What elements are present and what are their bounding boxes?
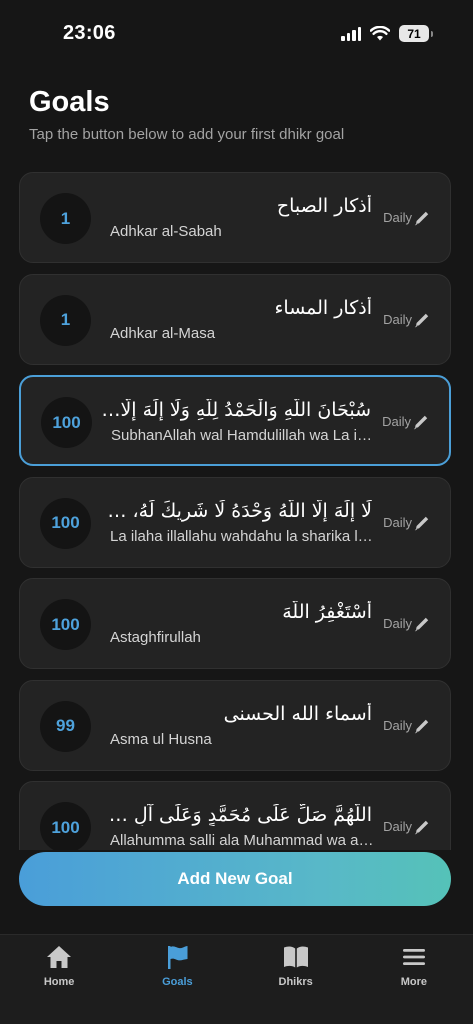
goal-target-count: 100 bbox=[40, 599, 91, 650]
pencil-icon[interactable] bbox=[413, 818, 431, 836]
pencil-icon[interactable] bbox=[413, 311, 431, 329]
battery-level: 71 bbox=[407, 26, 421, 41]
goal-transliteration: Adhkar al-Sabah bbox=[110, 223, 222, 240]
book-icon bbox=[282, 944, 310, 970]
goal-target-count: 1 bbox=[40, 193, 91, 244]
goal-card[interactable]: 99 أسماء الله الحسنى Asma ul Husna Daily bbox=[19, 679, 451, 771]
goal-transliteration: Allahumma salli ala Muhammad wa ala ali … bbox=[110, 832, 374, 849]
tab-bar: Home Goals Dhikrs More bbox=[0, 934, 473, 1024]
page-subtitle: Tap the button below to add your first d… bbox=[29, 126, 345, 143]
goal-arabic-title: أذكار الصباح bbox=[276, 195, 372, 217]
goal-arabic-title: اللَّهُمَّ صَلِّ عَلَى مُحَمَّدٍ وَعَلَى… bbox=[102, 804, 372, 826]
goal-transliteration: Adhkar al-Masa bbox=[110, 324, 216, 342]
add-new-goal-button[interactable]: Add New Goal bbox=[19, 852, 451, 906]
tab-label: More bbox=[400, 976, 428, 988]
pencil-icon[interactable] bbox=[413, 615, 431, 633]
goal-frequency: Daily bbox=[383, 717, 412, 733]
tab-label: Home bbox=[43, 976, 75, 988]
pencil-icon[interactable] bbox=[413, 209, 431, 227]
goal-arabic-title: أذكار المساء bbox=[274, 296, 372, 319]
goals-list[interactable]: 1 أذكار الصباح Adhkar al-Sabah Daily 1 أذكار … bbox=[19, 172, 451, 850]
goal-transliteration: La ilaha illallahu wahdahu la sharika la… bbox=[110, 527, 374, 545]
status-icons: 71 bbox=[341, 25, 433, 42]
goal-target-count: 100 bbox=[40, 497, 91, 549]
goal-target-count: 100 bbox=[41, 397, 92, 448]
goal-transliteration: Astaghfirullah bbox=[110, 629, 201, 646]
status-bar: 23:06 71 bbox=[0, 0, 473, 60]
page-title: Goals bbox=[29, 86, 110, 118]
goal-target-count: 100 bbox=[40, 802, 91, 850]
goal-frequency: Daily bbox=[382, 414, 411, 429]
wifi-icon bbox=[370, 26, 390, 41]
pencil-icon[interactable] bbox=[412, 413, 430, 431]
goal-frequency: Daily bbox=[383, 210, 412, 225]
goal-card[interactable]: 100 لَا إِلَهَ إِلَّا اللَّهُ وَحْدَهُ لَ… bbox=[19, 476, 451, 568]
menu-icon bbox=[400, 944, 428, 970]
goal-card[interactable]: 100 سُبْحَانَ اللَّهِ وَالْحَمْدُ لِلَّهِ… bbox=[19, 375, 451, 466]
cellular-signal-icon bbox=[341, 26, 361, 41]
tab-dhikrs[interactable]: Dhikrs bbox=[237, 935, 355, 1024]
goal-card[interactable]: 1 أذكار الصباح Adhkar al-Sabah Daily bbox=[19, 172, 451, 263]
tab-more[interactable]: More bbox=[355, 935, 473, 1024]
battery-icon: 71 bbox=[399, 25, 433, 42]
tab-label: Goals bbox=[162, 976, 193, 988]
goal-frequency: Daily bbox=[383, 616, 412, 631]
pencil-icon[interactable] bbox=[413, 717, 431, 735]
flag-icon bbox=[163, 944, 191, 970]
tab-label: Dhikrs bbox=[278, 976, 313, 988]
goal-frequency: Daily bbox=[383, 311, 412, 327]
status-time: 23:06 bbox=[63, 22, 116, 44]
tab-home[interactable]: Home bbox=[0, 935, 118, 1024]
goal-arabic-title: لَا إِلَهَ إِلَّا اللَّهُ وَحْدَهُ لَا ش… bbox=[102, 499, 372, 522]
goal-target-count: 1 bbox=[40, 294, 91, 346]
goal-arabic-title: سُبْحَانَ اللَّهِ وَالْحَمْدُ لِلَّهِ وَ… bbox=[101, 399, 371, 421]
goal-transliteration: SubhanAllah wal Hamdulillah wa La ilaha … bbox=[111, 427, 375, 444]
goal-frequency: Daily bbox=[383, 514, 412, 530]
goal-transliteration: Asma ul Husna bbox=[110, 730, 212, 748]
goal-target-count: 99 bbox=[40, 700, 91, 752]
goal-card[interactable]: 100 اللَّهُمَّ صَلِّ عَلَى مُحَمَّدٍ وَعَ… bbox=[19, 781, 451, 850]
pencil-icon[interactable] bbox=[413, 514, 431, 532]
goal-card[interactable]: 1 أذكار المساء Adhkar al-Masa Daily bbox=[19, 273, 451, 365]
goal-arabic-title: أَسْتَغْفِرُ اللَّهَ bbox=[282, 601, 372, 623]
home-icon bbox=[45, 944, 73, 970]
goal-frequency: Daily bbox=[383, 819, 412, 834]
tab-goals[interactable]: Goals bbox=[118, 935, 236, 1024]
goal-arabic-title: أسماء الله الحسنى bbox=[223, 702, 372, 725]
goal-card[interactable]: 100 أَسْتَغْفِرُ اللَّهَ Astaghfirullah Dai… bbox=[19, 578, 451, 669]
